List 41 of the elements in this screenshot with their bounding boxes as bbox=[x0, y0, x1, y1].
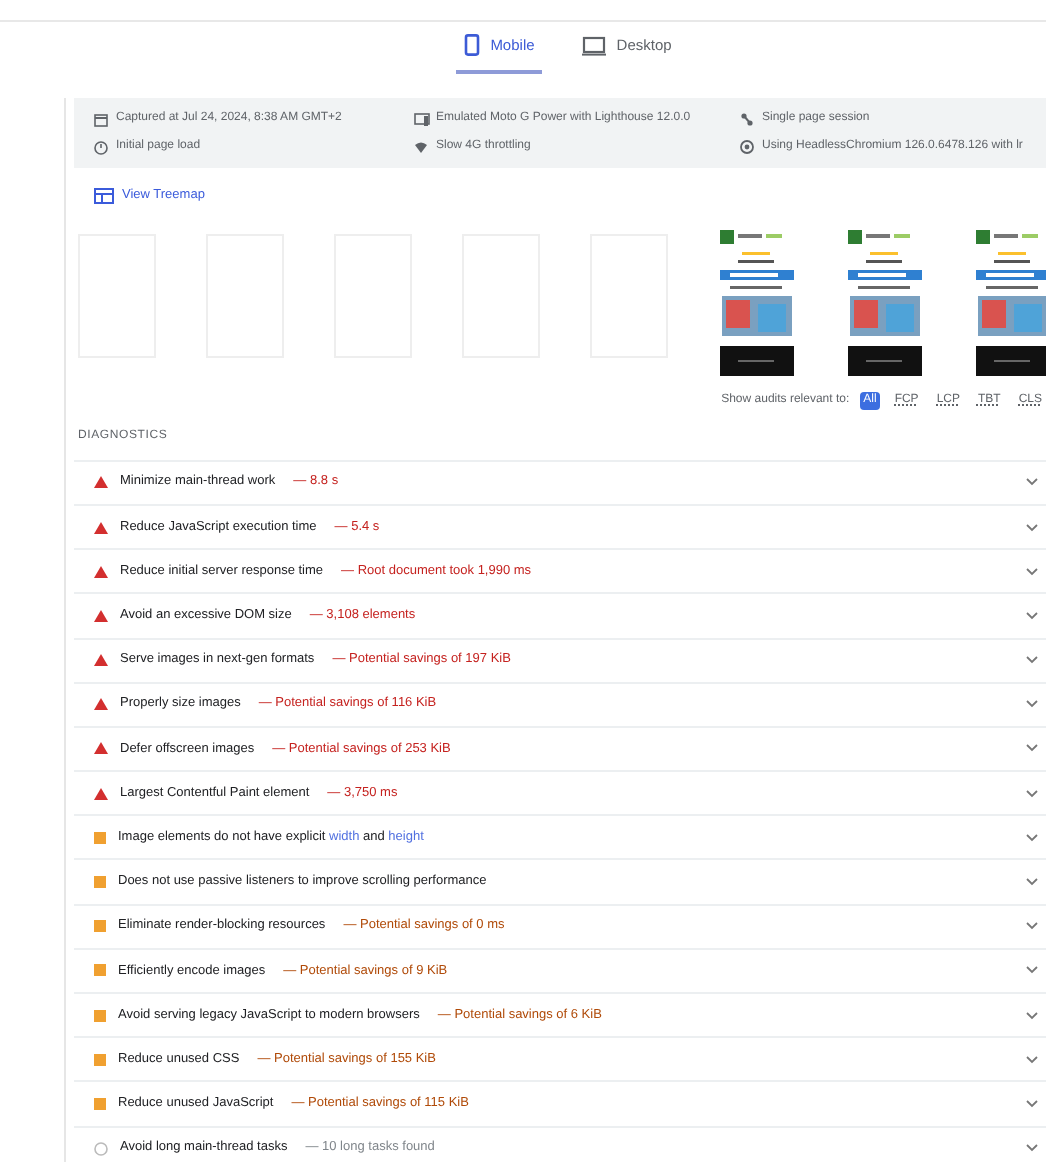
chevron-down-icon bbox=[1026, 744, 1038, 753]
chevron-down-icon bbox=[1026, 789, 1038, 798]
chevron-down-icon bbox=[1026, 611, 1038, 620]
square-icon bbox=[94, 920, 106, 933]
chevron-down-icon bbox=[1026, 523, 1038, 532]
warning-triangle-icon bbox=[94, 654, 108, 667]
chevron-down-icon bbox=[1026, 966, 1038, 975]
branch-icon bbox=[740, 111, 756, 127]
warning-triangle-icon bbox=[94, 787, 108, 800]
chevron-down-icon bbox=[1026, 878, 1038, 887]
warning-triangle-icon bbox=[94, 565, 108, 578]
circle-icon bbox=[94, 1141, 108, 1156]
chevron-down-icon bbox=[1026, 1011, 1038, 1020]
stopwatch-icon bbox=[94, 139, 110, 155]
monitor-icon bbox=[582, 35, 607, 55]
globe-icon bbox=[740, 139, 756, 155]
phone-icon bbox=[464, 34, 481, 56]
square-icon bbox=[94, 1053, 106, 1066]
signal-icon bbox=[414, 139, 430, 155]
chevron-down-icon bbox=[1026, 1055, 1038, 1064]
chevron-down-icon bbox=[1026, 567, 1038, 576]
chevron-down-icon bbox=[1026, 656, 1038, 665]
chevron-down-icon bbox=[1026, 1144, 1038, 1153]
device-icon bbox=[414, 111, 430, 127]
chevron-down-icon bbox=[1026, 478, 1038, 487]
square-icon bbox=[94, 964, 106, 977]
square-icon bbox=[94, 831, 106, 844]
warning-triangle-icon bbox=[94, 521, 108, 534]
calendar-icon bbox=[94, 111, 110, 127]
square-icon bbox=[94, 1097, 106, 1110]
warning-triangle-icon bbox=[94, 698, 108, 711]
warning-triangle-icon bbox=[94, 609, 108, 622]
treemap-icon bbox=[94, 187, 114, 204]
warning-triangle-icon bbox=[94, 476, 108, 489]
chevron-down-icon bbox=[1026, 1099, 1038, 1108]
square-icon bbox=[94, 1009, 106, 1022]
chevron-down-icon bbox=[1026, 700, 1038, 709]
warning-triangle-icon bbox=[94, 742, 108, 755]
chevron-down-icon bbox=[1026, 922, 1038, 931]
square-icon bbox=[94, 876, 106, 889]
chevron-down-icon bbox=[1026, 833, 1038, 842]
